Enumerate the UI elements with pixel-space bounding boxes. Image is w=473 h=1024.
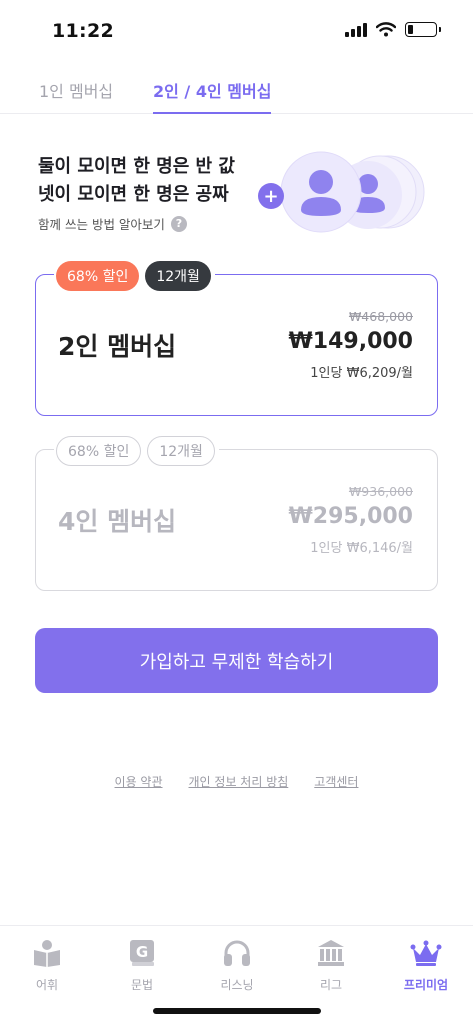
plan-badges: 68% 할인 12개월 [54, 436, 219, 466]
nav-item-vocabulary[interactable]: 어휘 [0, 936, 94, 993]
headphones-icon [224, 940, 250, 966]
plus-icon: + [263, 186, 278, 207]
nav-item-league[interactable]: 리그 [284, 936, 378, 993]
nav-item-premium[interactable]: 프리미엄 [379, 936, 473, 993]
promo-headline-1: 둘이 모이면 한 명은 반 값 [38, 156, 235, 177]
plan-badges: 68% 할인 12개월 [54, 261, 215, 291]
help-icon: ? [170, 215, 187, 232]
building-icon [318, 940, 344, 966]
how-to-share-link[interactable]: 함께 쓰는 방법 알아보기 ? [38, 214, 187, 233]
price-block: ₩936,000 ₩295,000 1인당 ₩6,146/월 [289, 484, 413, 556]
per-person-price: 1인당 ₩6,209/월 [310, 366, 413, 381]
price-block: ₩468,000 ₩149,000 1인당 ₩6,209/월 [289, 309, 413, 381]
nav-label: 어휘 [35, 978, 59, 992]
svg-text:G: G [136, 943, 148, 961]
nav-label: 프리미엄 [403, 978, 449, 992]
plan-name: 4인 멤버십 [58, 507, 177, 536]
group-members-illustration: + [258, 151, 425, 233]
terms-link[interactable]: 이용 약관 [115, 773, 163, 790]
active-tab-underline [153, 112, 271, 114]
cellular-signal-icon [345, 22, 367, 37]
membership-tabs: 1인 멤버십 2인 / 4인 멤버십 [0, 70, 473, 114]
plan-card-4-person[interactable]: 68% 할인 12개월 4인 멤버십 ₩936,000 ₩295,000 1인당… [35, 436, 438, 591]
duration-badge: 12개월 [147, 436, 215, 466]
nav-label: 리그 [319, 978, 343, 992]
nav-item-grammar[interactable]: G 문법 [95, 936, 189, 993]
customer-center-link[interactable]: 고객센터 [314, 773, 358, 790]
original-price: ₩468,000 [348, 309, 413, 324]
nav-item-listening[interactable]: 리스닝 [190, 936, 284, 993]
home-indicator [153, 1008, 321, 1014]
nav-label: 리스닝 [220, 978, 254, 992]
status-time: 11:22 [52, 20, 114, 42]
tab-single-membership[interactable]: 1인 멤버십 [39, 78, 113, 102]
grammar-g-icon: G [130, 940, 154, 966]
footer-links: 이용 약관 개인 정보 처리 방침 고객센터 [0, 773, 473, 790]
wifi-icon [376, 22, 396, 37]
plan-name: 2인 멤버십 [58, 332, 177, 361]
duration-badge: 12개월 [145, 261, 211, 291]
per-person-price: 1인당 ₩6,146/월 [310, 541, 413, 556]
discount-badge: 68% 할인 [56, 261, 140, 291]
sale-price: ₩295,000 [288, 504, 413, 529]
battery-icon [405, 22, 441, 37]
battery-level [408, 25, 414, 34]
plan-card-2-person[interactable]: 68% 할인 12개월 2인 멤버십 ₩468,000 ₩149,000 1인당… [35, 261, 438, 416]
privacy-policy-link[interactable]: 개인 정보 처리 방침 [189, 773, 289, 790]
crown-icon [410, 940, 442, 966]
subscribe-button[interactable]: 가입하고 무제한 학습하기 [35, 628, 438, 693]
original-price: ₩936,000 [348, 484, 413, 499]
promo-headline-2: 넷이 모이면 한 명은 공짜 [38, 184, 229, 205]
how-to-share-label: 함께 쓰는 방법 알아보기 [38, 217, 165, 232]
tab-group-membership[interactable]: 2인 / 4인 멤버십 [153, 78, 271, 102]
sale-price: ₩149,000 [288, 329, 413, 354]
status-icons [345, 22, 441, 37]
status-bar: 11:22 [0, 0, 473, 60]
nav-label: 문법 [130, 978, 154, 992]
book-icon [34, 940, 60, 967]
discount-badge: 68% 할인 [56, 436, 142, 466]
